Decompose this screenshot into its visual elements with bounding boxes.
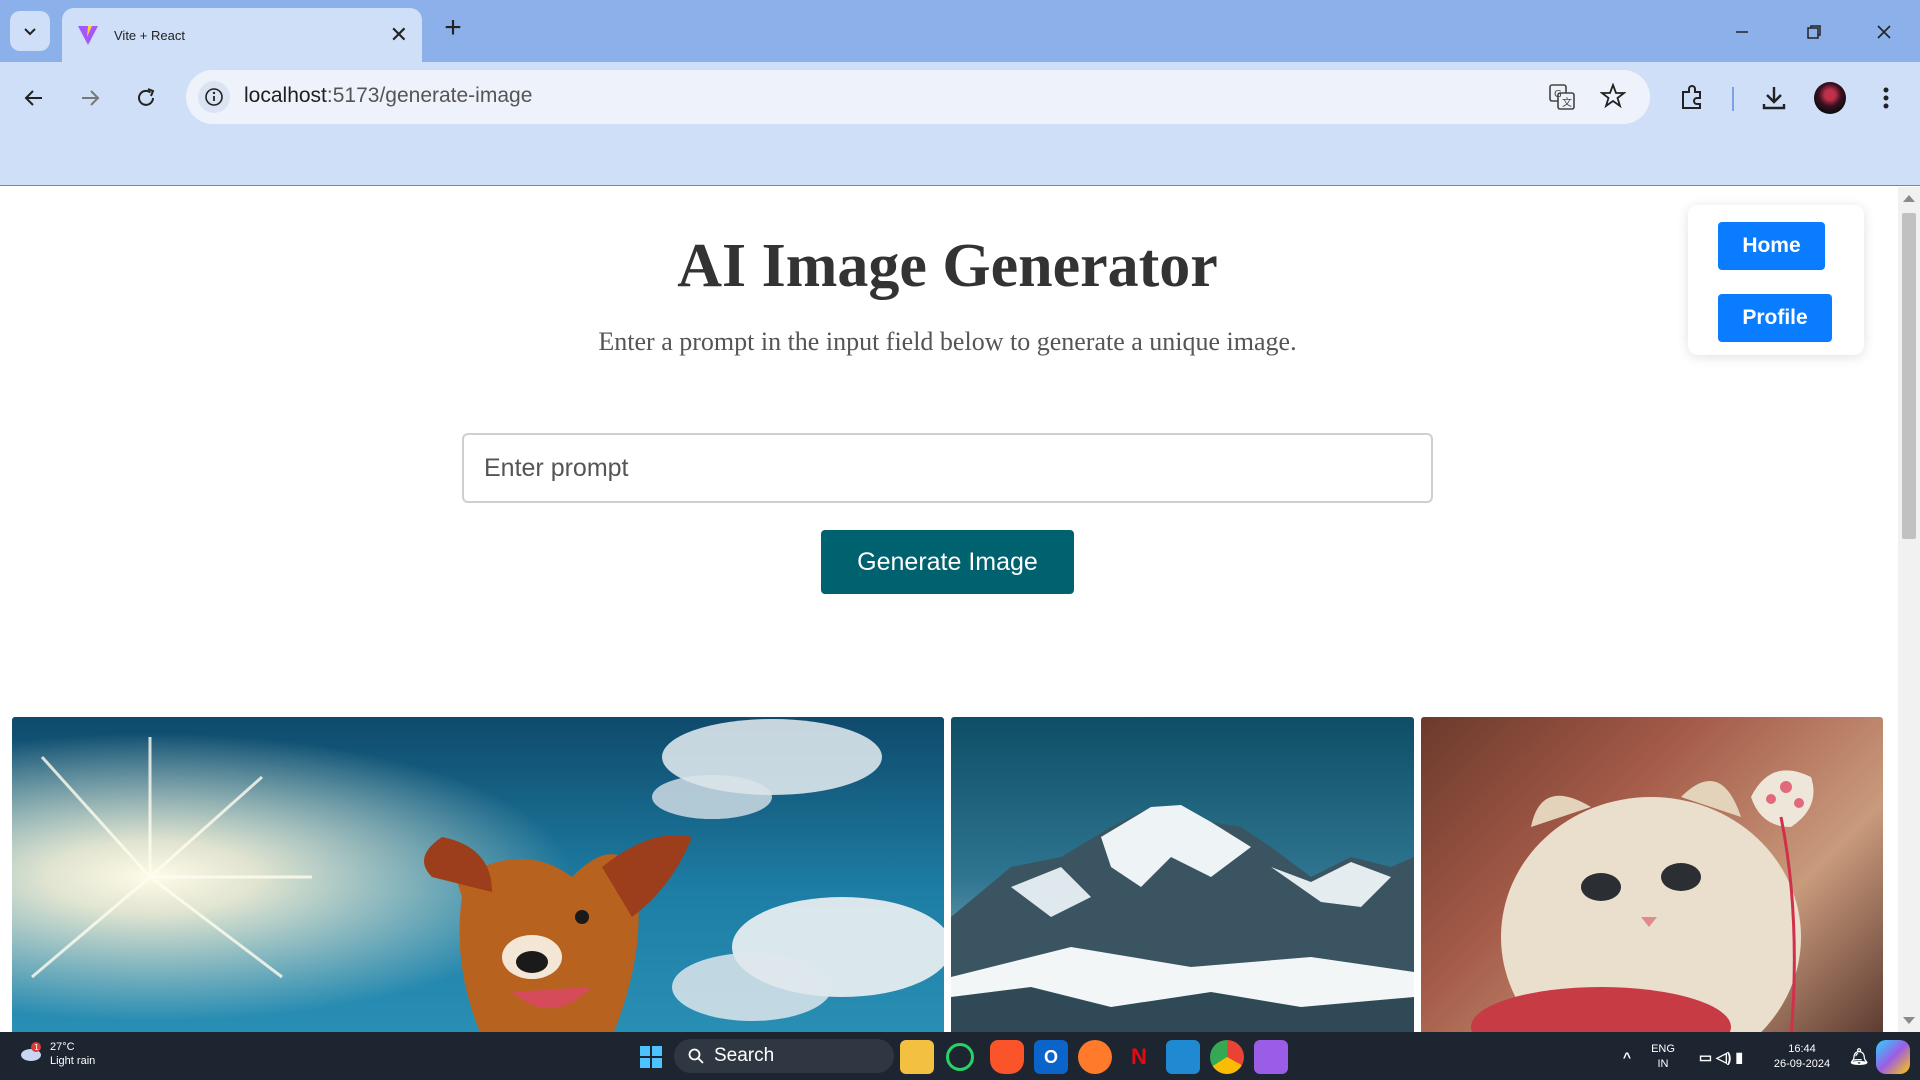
url-text[interactable]: localhost:5173/generate-image xyxy=(244,84,532,108)
generated-image-mountain[interactable] xyxy=(951,717,1414,1032)
windows-start-icon[interactable] xyxy=(634,1040,668,1074)
page-subtitle: Enter a prompt in the input field below … xyxy=(598,327,1297,356)
firefox-icon[interactable] xyxy=(1078,1040,1112,1074)
copilot-icon[interactable] xyxy=(1876,1040,1910,1074)
page-viewport: AI Image Generator Enter a prompt in the… xyxy=(0,187,1898,1032)
whatsapp-icon[interactable] xyxy=(946,1043,974,1071)
address-bar[interactable]: localhost:5173/generate-image G文 xyxy=(186,70,1650,124)
downloads-icon[interactable] xyxy=(1756,80,1792,116)
scroll-thumb[interactable] xyxy=(1902,213,1916,539)
minimize-button[interactable] xyxy=(1722,14,1762,50)
network-volume-battery-icons[interactable]: ▭ ◁) ▮ xyxy=(1686,1040,1756,1074)
reload-button[interactable] xyxy=(126,78,166,118)
svg-text:G: G xyxy=(1554,89,1562,100)
generated-image-kitten[interactable] xyxy=(1421,717,1883,1032)
menu-kebab-icon[interactable] xyxy=(1868,80,1904,116)
prompt-input[interactable] xyxy=(462,433,1433,503)
weather-condition: Light rain xyxy=(50,1055,96,1067)
taskbar-search[interactable]: Search xyxy=(674,1039,894,1073)
brave-browser-icon[interactable] xyxy=(990,1040,1024,1074)
windows-taskbar: 1 27°C Light rain Search O N ^ ENG IN ▭ ◁… xyxy=(0,1032,1920,1080)
profile-avatar[interactable] xyxy=(1814,82,1846,114)
vite-logo-icon xyxy=(78,26,98,45)
rain-cloud-icon: 1 xyxy=(21,1042,41,1061)
new-tab-button[interactable]: + xyxy=(438,13,468,44)
language-indicator[interactable]: ENG IN xyxy=(1648,1042,1678,1072)
chevron-down-icon xyxy=(24,28,36,36)
outlook-icon[interactable]: O xyxy=(1034,1040,1068,1074)
extensions-icon[interactable] xyxy=(1674,80,1710,116)
browser-tab-active[interactable]: Vite + React ✕ xyxy=(62,8,422,62)
close-window-button[interactable] xyxy=(1864,14,1904,50)
browser-toolbar: localhost:5173/generate-image G文 xyxy=(0,62,1920,186)
tray-overflow-icon[interactable]: ^ xyxy=(1610,1040,1644,1074)
arrow-right-icon xyxy=(82,90,100,106)
forward-button[interactable] xyxy=(70,78,110,118)
file-explorer-icon[interactable] xyxy=(900,1040,934,1074)
browser-tab-strip: Vite + React ✕ + xyxy=(0,0,1920,62)
vscode-icon[interactable] xyxy=(1166,1040,1200,1074)
tab-title: Vite + React xyxy=(114,27,185,43)
back-button[interactable] xyxy=(14,78,54,118)
page-scrollbar[interactable] xyxy=(1898,187,1920,1032)
generate-image-button[interactable]: Generate Image xyxy=(821,530,1074,594)
netflix-icon[interactable]: N xyxy=(1122,1040,1156,1074)
close-icon xyxy=(1877,25,1891,39)
bookmark-star-icon[interactable] xyxy=(1599,82,1627,114)
weather-widget[interactable]: 1 27°C Light rain xyxy=(18,1040,95,1068)
site-info-icon[interactable] xyxy=(198,81,230,113)
scroll-up-icon[interactable] xyxy=(1903,195,1915,202)
media-app-icon[interactable] xyxy=(1254,1040,1288,1074)
reload-icon xyxy=(138,88,155,106)
nav-card: Home Profile xyxy=(1688,205,1864,355)
close-tab-icon[interactable]: ✕ xyxy=(390,22,408,48)
svg-text:文: 文 xyxy=(1562,96,1572,109)
restore-button[interactable] xyxy=(1794,14,1834,50)
taskbar-search-label: Search xyxy=(714,1045,775,1066)
minimize-icon xyxy=(1736,31,1748,33)
restore-icon xyxy=(1807,25,1821,39)
search-icon xyxy=(688,1048,704,1064)
svg-text:1: 1 xyxy=(34,1043,39,1052)
weather-temperature: 27°C xyxy=(50,1041,75,1053)
arrow-left-icon xyxy=(24,90,42,106)
notifications-icon[interactable]: 🔔︎ xyxy=(1842,1040,1876,1074)
chrome-icon[interactable] xyxy=(1210,1040,1244,1074)
home-nav-button[interactable]: Home xyxy=(1718,222,1825,270)
profile-nav-button[interactable]: Profile xyxy=(1718,294,1832,342)
generated-image-dog[interactable] xyxy=(12,717,944,1032)
translate-icon[interactable]: G文 xyxy=(1548,83,1576,116)
tab-search-button[interactable] xyxy=(10,11,50,51)
page-title: AI Image Generator xyxy=(677,232,1218,300)
clock[interactable]: 16:44 26-09-2024 xyxy=(1762,1042,1842,1072)
toolbar-divider xyxy=(1732,87,1734,111)
scroll-down-icon[interactable] xyxy=(1903,1017,1915,1024)
